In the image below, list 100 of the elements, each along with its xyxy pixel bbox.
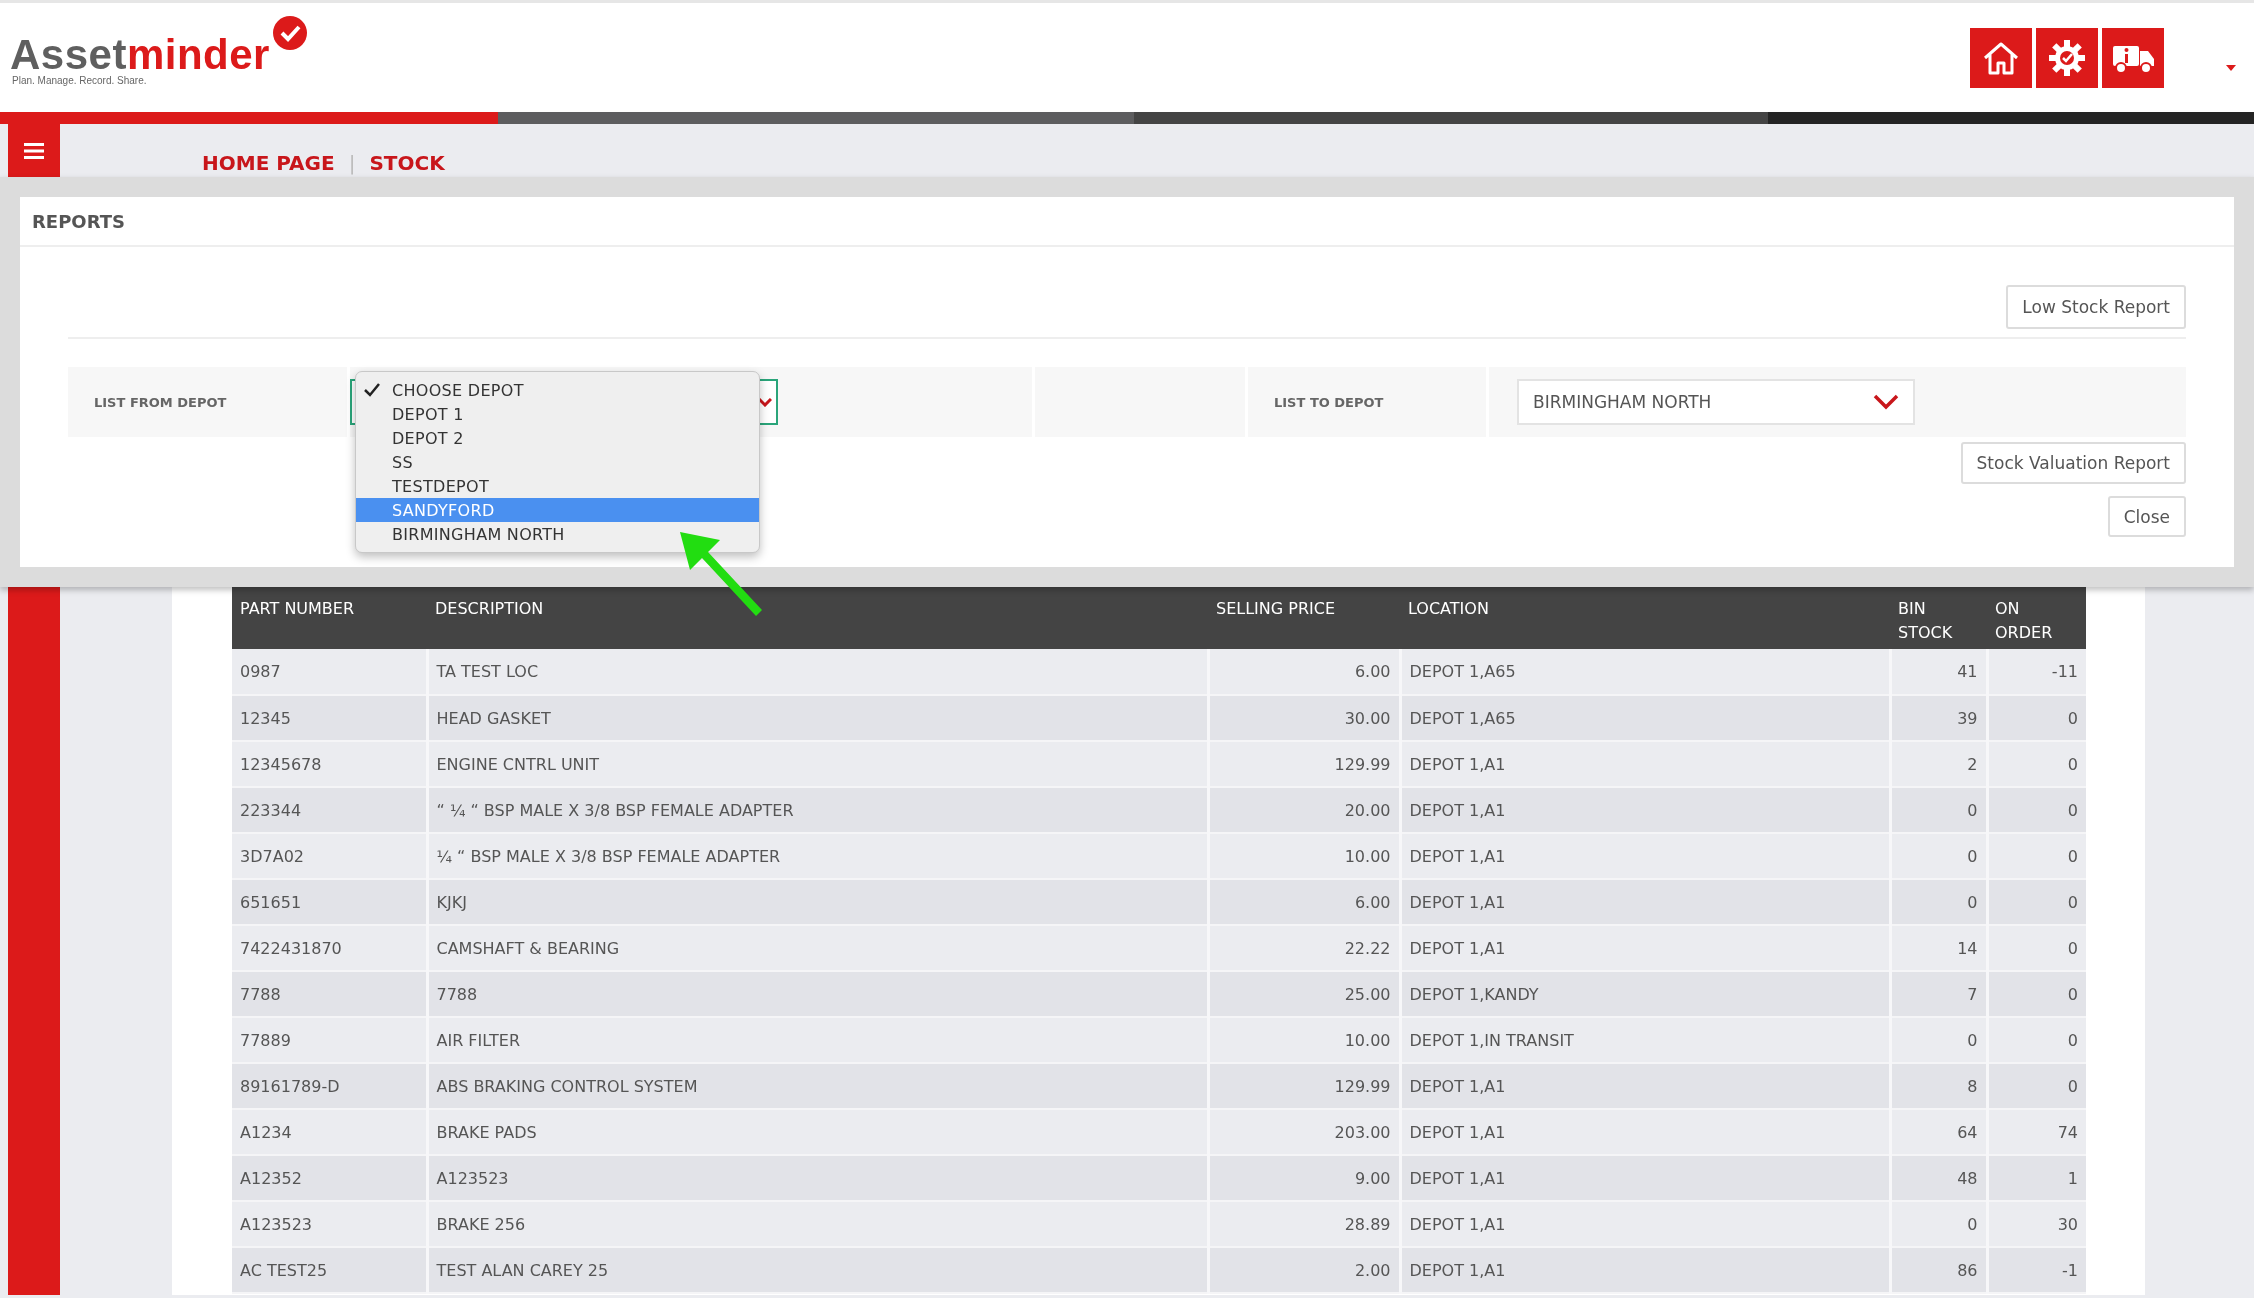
table-cell: 28.89 [1208,1201,1400,1247]
table-cell: 7422431870 [232,925,427,971]
table-cell: BRAKE PADS [427,1109,1208,1155]
column-header: DESCRIPTION [427,587,1208,649]
dropdown-option[interactable]: CHOOSE DEPOT [356,378,759,402]
table-cell: 651651 [232,879,427,925]
table-cell: ABS BRAKING CONTROL SYSTEM [427,1063,1208,1109]
table-cell: 203.00 [1208,1109,1400,1155]
table-cell: 0 [1890,1017,1987,1063]
table-cell: 7788 [427,971,1208,1017]
table-cell: 223344 [232,787,427,833]
stock-valuation-report-button[interactable]: Stock Valuation Report [1960,442,2186,484]
table-cell: DEPOT 1,A1 [1400,741,1890,787]
breadcrumb-link[interactable]: STOCK [369,150,445,175]
table-cell: 74 [1987,1109,2086,1155]
table-cell: A1234 [232,1109,427,1155]
table-cell: 89161789-D [232,1063,427,1109]
table-cell: AIR FILTER [427,1017,1208,1063]
table-cell: 129.99 [1208,741,1400,787]
dropdown-option[interactable]: DEPOT 1 [356,402,759,426]
table-cell: 129.99 [1208,1063,1400,1109]
dropdown-option[interactable]: TESTDEPOT [356,474,759,498]
column-header: LOCATION [1400,587,1890,649]
table-cell: 41 [1890,649,1987,695]
table-cell: DEPOT 1,A1 [1400,1109,1890,1155]
table-cell: ¼ “ BSP MALE X 3/8 BSP FEMALE ADAPTER [427,833,1208,879]
table-cell: HEAD GASKET [427,695,1208,741]
table-cell: DEPOT 1,A65 [1400,649,1890,695]
table-cell: 0 [1987,925,2086,971]
table-cell: DEPOT 1,A1 [1400,787,1890,833]
table-cell: DEPOT 1,A1 [1400,1063,1890,1109]
table-cell: TEST ALAN CAREY 25 [427,1247,1208,1293]
breadcrumb-separator: | [348,150,356,175]
table-cell: 2 [1890,741,1987,787]
table-cell: 0 [1890,879,1987,925]
table-cell: DEPOT 1,IN TRANSIT [1400,1017,1890,1063]
table-cell: 12345 [232,695,427,741]
table-cell: 0 [1987,787,2086,833]
table-cell: 0 [1890,1201,1987,1247]
table-cell: 7788 [232,971,427,1017]
table-cell: 77889 [232,1017,427,1063]
table-cell: DEPOT 1,A1 [1400,1201,1890,1247]
table-cell: 1 [1987,1155,2086,1201]
table-cell: 64 [1890,1109,1987,1155]
table-cell: -1 [1987,1247,2086,1293]
table-cell: A12352 [232,1155,427,1201]
table-cell: DEPOT 1,A65 [1400,695,1890,741]
table-cell: A123523 [232,1201,427,1247]
table-cell: 0 [1890,833,1987,879]
table-cell: 0 [1987,879,2086,925]
column-header: BIN STOCK [1890,587,1987,649]
table-cell: 30.00 [1208,695,1400,741]
table-cell: AC TEST25 [232,1247,427,1293]
table-cell: DEPOT 1,A1 [1400,925,1890,971]
logo-text: Assetminder [10,35,270,75]
table-cell: ENGINE CNTRL UNIT [427,741,1208,787]
table-cell: 10.00 [1208,1017,1400,1063]
table-cell: DEPOT 1,A1 [1400,833,1890,879]
table-cell: 7 [1890,971,1987,1017]
table-cell: 30 [1987,1201,2086,1247]
table-cell: KJKJ [427,879,1208,925]
table-cell: 8 [1890,1063,1987,1109]
table-cell: 6.00 [1208,649,1400,695]
table-cell: 0 [1987,971,2086,1017]
table-cell: 10.00 [1208,833,1400,879]
dropdown-option[interactable]: BIRMINGHAM NORTH [356,522,759,546]
table-cell: CAMSHAFT & BEARING [427,925,1208,971]
dialog-title: REPORTS [32,210,125,232]
dropdown-option[interactable]: SS [356,450,759,474]
table-cell: 3D7A02 [232,833,427,879]
select-field[interactable]: BIRMINGHAM NORTH [1517,379,1915,425]
table-cell: DEPOT 1,KANDY [1400,971,1890,1017]
table-cell: 14 [1890,925,1987,971]
table-cell: 0 [1987,741,2086,787]
table-cell: 0 [1987,1017,2086,1063]
table-cell: 0 [1987,695,2086,741]
table-cell: 12345678 [232,741,427,787]
table-cell: -11 [1987,649,2086,695]
table-cell: “ ¼ “ BSP MALE X 3/8 BSP FEMALE ADAPTER [427,787,1208,833]
table-cell: DEPOT 1,A1 [1400,879,1890,925]
breadcrumb-link[interactable]: HOME PAGE [202,150,335,175]
field-label: LIST TO DEPOT [1273,394,1384,410]
table-cell: 9.00 [1208,1155,1400,1201]
close-button[interactable]: Close [2107,496,2186,537]
low-stock-report-button[interactable]: Low Stock Report [2006,285,2186,329]
table-cell: 39 [1890,695,1987,741]
field-label: LIST FROM DEPOT [93,394,227,410]
table-cell: DEPOT 1,A1 [1400,1247,1890,1293]
dropdown-option[interactable]: DEPOT 2 [356,426,759,450]
table-cell: 0 [1987,833,2086,879]
table-cell: BRAKE 256 [427,1201,1208,1247]
column-header: ON ORDER [1987,587,2086,649]
table-cell: 25.00 [1208,971,1400,1017]
table-cell: 22.22 [1208,925,1400,971]
table-cell: 0 [1890,787,1987,833]
table-cell: 86 [1890,1247,1987,1293]
table-cell: A123523 [427,1155,1208,1201]
table-cell: 6.00 [1208,879,1400,925]
table-cell: TA TEST LOC [427,649,1208,695]
table-cell: 2.00 [1208,1247,1400,1293]
